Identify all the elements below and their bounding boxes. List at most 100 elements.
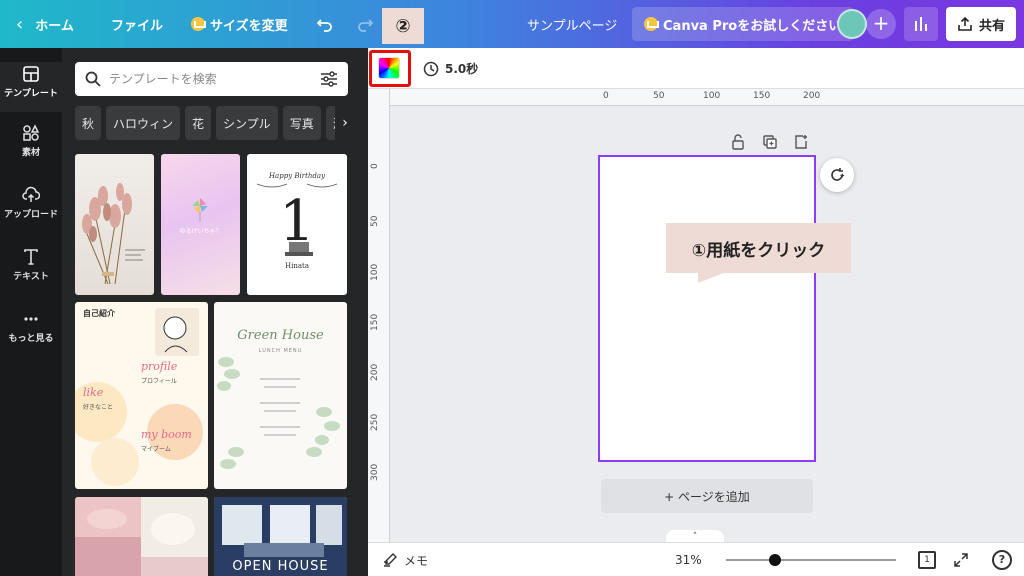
template-thumbnail[interactable]	[75, 154, 154, 295]
like-heading-jp: 好きなこと	[83, 404, 114, 411]
ruler-tick-label: 50	[370, 215, 380, 227]
undo-icon	[316, 19, 332, 32]
rail-label-uploads: アップロード	[3, 210, 58, 220]
notes-icon	[384, 553, 397, 567]
template-thumbnail[interactable]: OPEN HOUSE	[214, 497, 347, 576]
rail-item-uploads[interactable]: アップロード	[0, 186, 62, 220]
boom-heading-jp: マイブーム	[141, 446, 171, 453]
file-menu-button[interactable]: ファイル	[111, 0, 163, 48]
step-note-1: ①用紙をクリック	[666, 223, 851, 273]
menu-title: Green House	[237, 328, 324, 343]
home-button[interactable]: ‹ ホーム	[16, 0, 74, 48]
design-page[interactable]	[598, 155, 816, 462]
search-icon	[85, 71, 101, 87]
chip-photo[interactable]: 写真	[282, 106, 321, 140]
document-title-text: サンプルページ	[527, 18, 618, 34]
zoom-level[interactable]: 31%	[675, 543, 702, 576]
chevron-right-icon[interactable]: ›	[335, 106, 355, 140]
crown-icon	[644, 17, 659, 31]
zoom-slider-handle[interactable]	[769, 554, 782, 566]
lock-page-button[interactable]	[731, 134, 745, 152]
rail-label-more: もっと見る	[8, 334, 54, 344]
step-marker-2: ②	[382, 8, 424, 44]
filter-icon[interactable]	[320, 71, 338, 87]
share-button[interactable]: 共有	[946, 7, 1016, 41]
add-page-icon	[795, 135, 807, 149]
open-house-label: OPEN HOUSE	[232, 559, 329, 574]
rail-item-text[interactable]: テキスト	[0, 248, 62, 282]
elements-icon	[23, 124, 40, 141]
template-thumbnail[interactable]	[75, 497, 208, 576]
help-button[interactable]: ?	[992, 550, 1012, 570]
background-color-button[interactable]	[378, 57, 400, 79]
chip-halloween[interactable]: ハロウィン	[106, 106, 181, 140]
chip-simple[interactable]: シンプル	[216, 106, 278, 140]
lock-icon	[732, 134, 744, 150]
ruler-vertical: 0 50 100 150 200 250 300	[368, 89, 390, 542]
chip-flower[interactable]: 花	[185, 106, 212, 140]
bar-chart-icon	[915, 21, 917, 31]
rail-item-elements[interactable]: 素材	[0, 124, 62, 158]
search-input[interactable]	[109, 72, 320, 86]
side-rail: テンプレート 素材 アップロード テキスト もっと見る	[0, 48, 62, 576]
expand-icon	[954, 553, 968, 567]
notes-button[interactable]: メモ	[382, 543, 428, 576]
add-collaborator-button[interactable]: +	[866, 9, 896, 39]
upload-icon	[22, 186, 40, 202]
undo-button[interactable]	[316, 0, 334, 48]
birthday-number: 1	[279, 189, 315, 254]
template-thumbnail[interactable]: ゆるけいちゃ？	[161, 154, 240, 295]
text-icon	[24, 249, 38, 265]
ruler-horizontal: 0 50 100 150 200	[390, 89, 1024, 106]
step-note-tail	[698, 273, 724, 283]
bar-chart-icon-bar	[920, 17, 922, 31]
rail-item-more[interactable]: もっと見る	[0, 310, 62, 344]
add-page-icon-button[interactable]	[793, 134, 809, 152]
redo-button[interactable]	[356, 0, 374, 48]
flower-bouquet-image	[82, 183, 145, 285]
template-thumbnail[interactable]: Happy Birthday 1 Hinata	[247, 154, 347, 295]
bar-chart-icon-bar	[925, 24, 927, 31]
notes-label: メモ	[404, 553, 429, 568]
ice-cream-image	[75, 497, 208, 576]
ruler-tick-label: 200	[370, 363, 380, 381]
add-page-button[interactable]: + ページを追加	[601, 479, 813, 513]
like-heading: like	[83, 386, 104, 399]
share-label: 共有	[978, 18, 1005, 34]
ruler-tick-label: 150	[753, 91, 771, 101]
resize-button[interactable]: サイズを変更	[191, 0, 288, 48]
template-search[interactable]	[75, 62, 348, 96]
duration-label: 5.0秒	[445, 62, 479, 76]
template-caption: ゆるけいちゃ？	[179, 228, 222, 235]
boom-heading: my boom	[141, 428, 192, 441]
clock-icon	[423, 61, 439, 76]
avatar[interactable]	[837, 9, 867, 39]
template-thumbnail[interactable]: 自己紹介 profile プロフィール like 好きなこと my boom マ…	[75, 302, 208, 489]
chip-autumn[interactable]: 秋	[75, 106, 102, 140]
ruler-tick-label: 200	[803, 91, 821, 101]
duplicate-icon	[763, 135, 777, 149]
redo-icon	[358, 19, 374, 32]
top-bar: ‹ ホーム ファイル サイズを変更 サンプルページ Canva Proをお試しく…	[0, 0, 1024, 48]
ruler-tick-label: 50	[653, 91, 665, 101]
pinwheel-image	[192, 198, 208, 222]
page-count-button[interactable]: 1	[918, 551, 936, 569]
category-chips: 秋 ハロウィン 花 シンプル 写真 海	[75, 106, 365, 140]
rail-label-elements: 素材	[21, 148, 40, 158]
template-icon	[23, 66, 39, 82]
rail-label-templates: テンプレート	[4, 89, 58, 99]
rail-item-templates[interactable]: テンプレート	[0, 62, 62, 112]
try-pro-button[interactable]: Canva Proをお試しください	[632, 7, 854, 41]
template-thumbnail[interactable]: Green House LUNCH MENU	[214, 302, 347, 489]
try-pro-label: Canva Proをお試しください	[663, 18, 842, 34]
fullscreen-button[interactable]	[953, 543, 969, 576]
ruler-tick-label: 300	[370, 463, 380, 481]
zoom-slider[interactable]	[726, 554, 896, 566]
refresh-button[interactable]	[820, 158, 854, 192]
page-duration-button[interactable]: 5.0秒	[423, 48, 478, 89]
chevron-left-icon: ‹	[16, 13, 24, 35]
duplicate-page-button[interactable]	[762, 134, 778, 152]
document-title[interactable]: サンプルページ	[527, 0, 617, 48]
insights-button[interactable]	[904, 7, 938, 41]
share-icon	[958, 16, 972, 31]
